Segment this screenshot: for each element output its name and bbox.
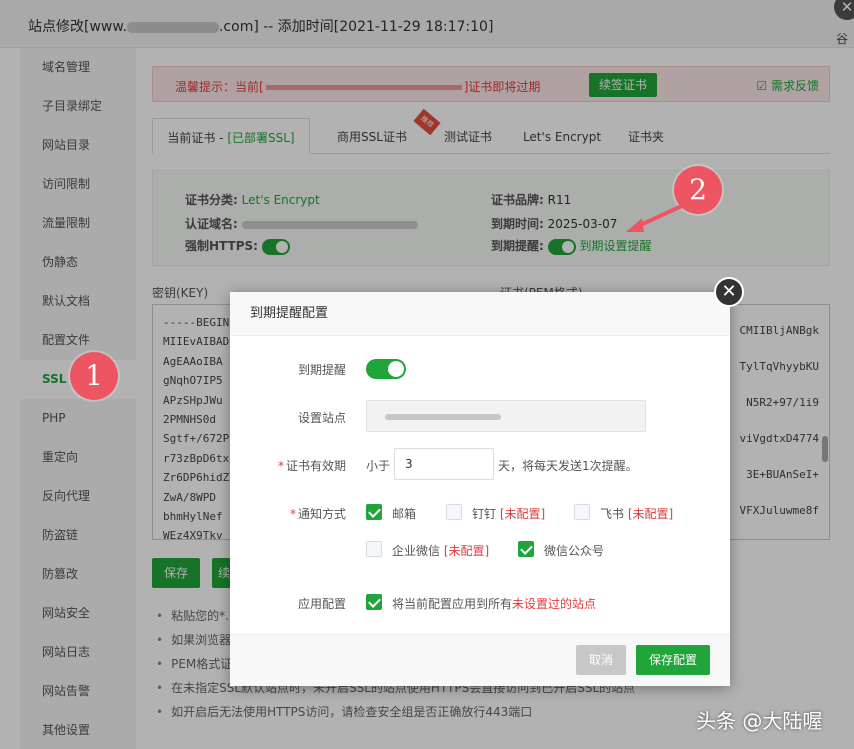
channel-checkbox[interactable] (366, 504, 382, 520)
dialog-close-icon[interactable]: ✕ (714, 277, 744, 307)
cancel-button[interactable]: 取消 (576, 645, 626, 675)
dialog-footer: 取消 保存配置 (230, 634, 730, 686)
dialog-title: 到期提醒配置 (230, 292, 730, 336)
channel-label: 飞书 [未配置] (600, 507, 674, 521)
notify-label: * 通知方式 (289, 507, 346, 521)
reminder-toggle[interactable] (366, 359, 406, 379)
watermark: 头条 @大陆喔 (696, 709, 823, 733)
reminder-label: 到期提醒 (297, 363, 346, 377)
apply-label: 应用配置 (297, 597, 346, 611)
validity-days-input[interactable]: 3 (394, 448, 494, 480)
apply-all-checkbox[interactable] (366, 594, 382, 610)
channel-checkbox[interactable] (574, 504, 590, 520)
callout-arrow-icon (626, 202, 688, 232)
channel-checkbox[interactable] (518, 541, 534, 557)
channel-label: 钉钉 [未配置] (472, 507, 546, 521)
validity-prefix: 小于 (366, 459, 391, 473)
blurred-domain (385, 414, 501, 420)
site-select[interactable] (366, 400, 646, 432)
callout-1: 1 (70, 352, 118, 400)
validity-label: * 证书有效期 (277, 459, 346, 473)
validity-suffix: 天，将每天发送1次提醒。 (498, 459, 638, 473)
channel-label: 企业微信 [未配置] (392, 544, 490, 558)
site-label: 设置站点 (297, 411, 346, 425)
expiry-reminder-dialog: 到期提醒配置 到期提醒 设置站点 * 证书有效期 小于 3 天，将每天发送1次提醒… (230, 292, 730, 686)
channel-checkbox[interactable] (366, 541, 382, 557)
save-config-button[interactable]: 保存配置 (636, 645, 710, 675)
channel-label: 邮箱 (392, 507, 417, 521)
apply-all-text: 将当前配置应用到所有未设置过的站点 (392, 597, 597, 611)
channel-checkbox[interactable] (446, 504, 462, 520)
channel-label: 微信公众号 (544, 544, 605, 558)
